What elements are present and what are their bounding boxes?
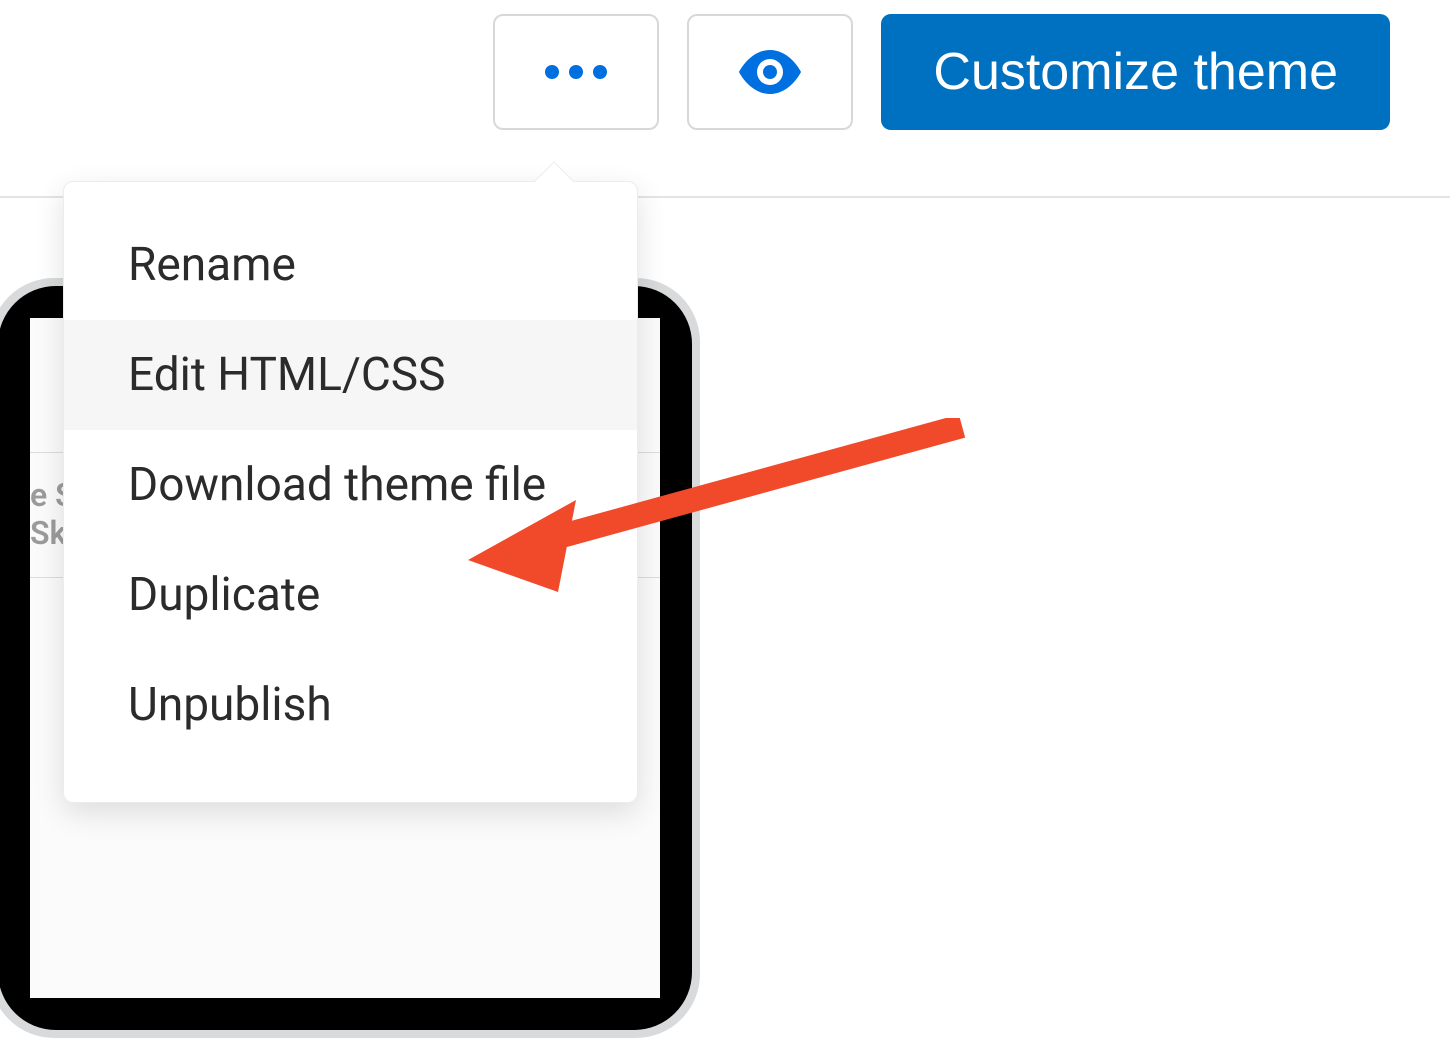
eye-icon (739, 50, 801, 94)
theme-toolbar: Customize theme (493, 14, 1390, 130)
menu-item-download-theme-file[interactable]: Download theme file (64, 430, 637, 540)
dropdown-caret-icon (534, 161, 574, 201)
more-actions-button[interactable] (493, 14, 659, 130)
menu-item-rename[interactable]: Rename (64, 210, 637, 320)
menu-item-label: Download theme file (128, 458, 546, 512)
menu-item-label: Rename (128, 238, 296, 292)
more-icon (545, 65, 607, 79)
menu-item-unpublish[interactable]: Unpublish (64, 650, 637, 760)
preview-button[interactable] (687, 14, 853, 130)
more-actions-menu: Rename Edit HTML/CSS Download theme file… (63, 181, 638, 803)
menu-item-edit-html-css[interactable]: Edit HTML/CSS (64, 320, 637, 430)
menu-item-label: Edit HTML/CSS (128, 348, 445, 402)
customize-theme-button[interactable]: Customize theme (881, 14, 1390, 130)
menu-item-label: Unpublish (128, 678, 332, 732)
menu-item-label: Duplicate (128, 568, 320, 622)
customize-theme-label: Customize theme (933, 42, 1338, 102)
menu-item-duplicate[interactable]: Duplicate (64, 540, 637, 650)
